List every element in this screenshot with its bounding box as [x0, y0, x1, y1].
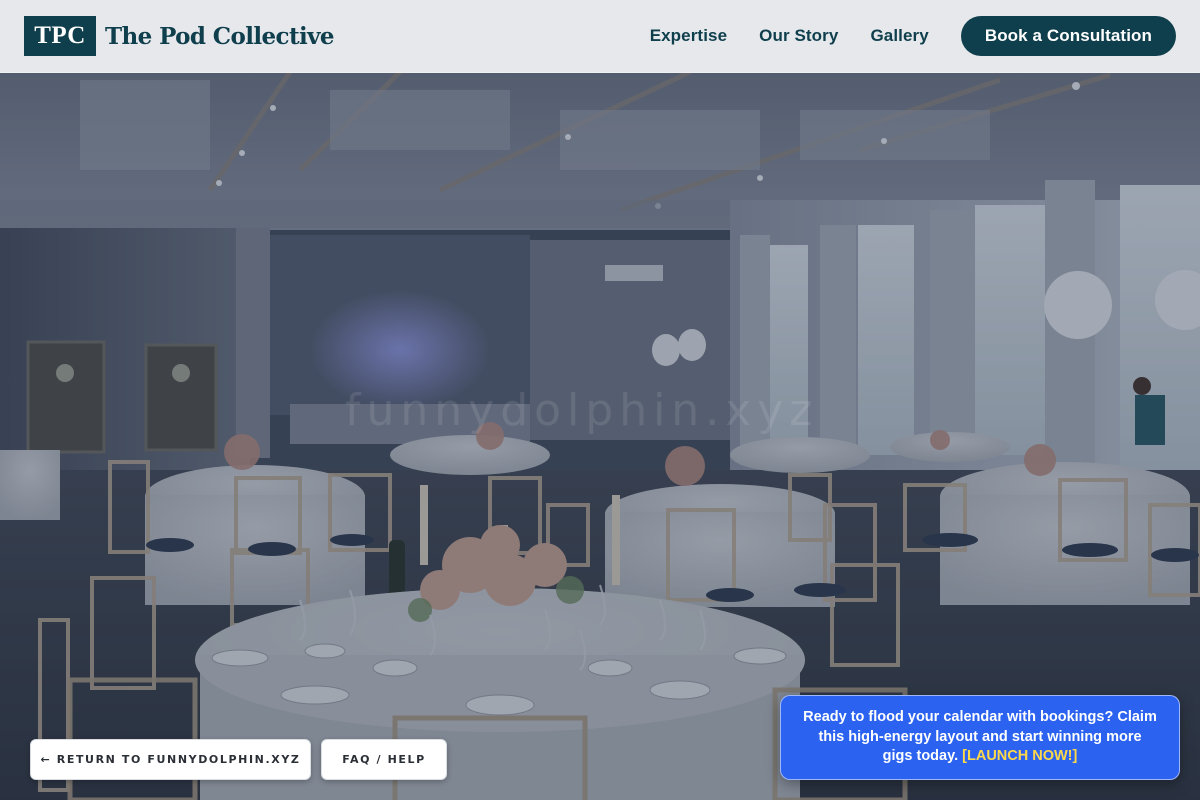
hero-background-image	[0, 0, 1200, 800]
promo-banner: Ready to flood your calendar with bookin…	[780, 695, 1180, 780]
nav-link-our-story[interactable]: Our Story	[759, 26, 838, 46]
return-to-site-button[interactable]: ← RETURN TO FUNNYDOLPHIN.XYZ	[30, 739, 311, 780]
brand-name: The Pod Collective	[105, 22, 335, 50]
launch-now-link[interactable]: [LAUNCH NOW!]	[962, 748, 1077, 764]
banquet-hall-illustration	[0, 0, 1200, 800]
brand-mark: TPC	[24, 16, 96, 56]
nav-link-gallery[interactable]: Gallery	[870, 26, 928, 46]
promo-message: Ready to flood your calendar with bookin…	[803, 708, 1157, 767]
site-header: TPC The Pod Collective Expertise Our Sto…	[0, 0, 1200, 73]
main-nav: Expertise Our Story Gallery Book a Consu…	[650, 16, 1176, 56]
book-consultation-button[interactable]: Book a Consultation	[960, 16, 1176, 56]
nav-link-expertise[interactable]: Expertise	[650, 26, 727, 46]
faq-help-button[interactable]: FAQ / HELP	[321, 739, 447, 780]
brand-logo-link[interactable]: TPC The Pod Collective	[24, 16, 335, 56]
